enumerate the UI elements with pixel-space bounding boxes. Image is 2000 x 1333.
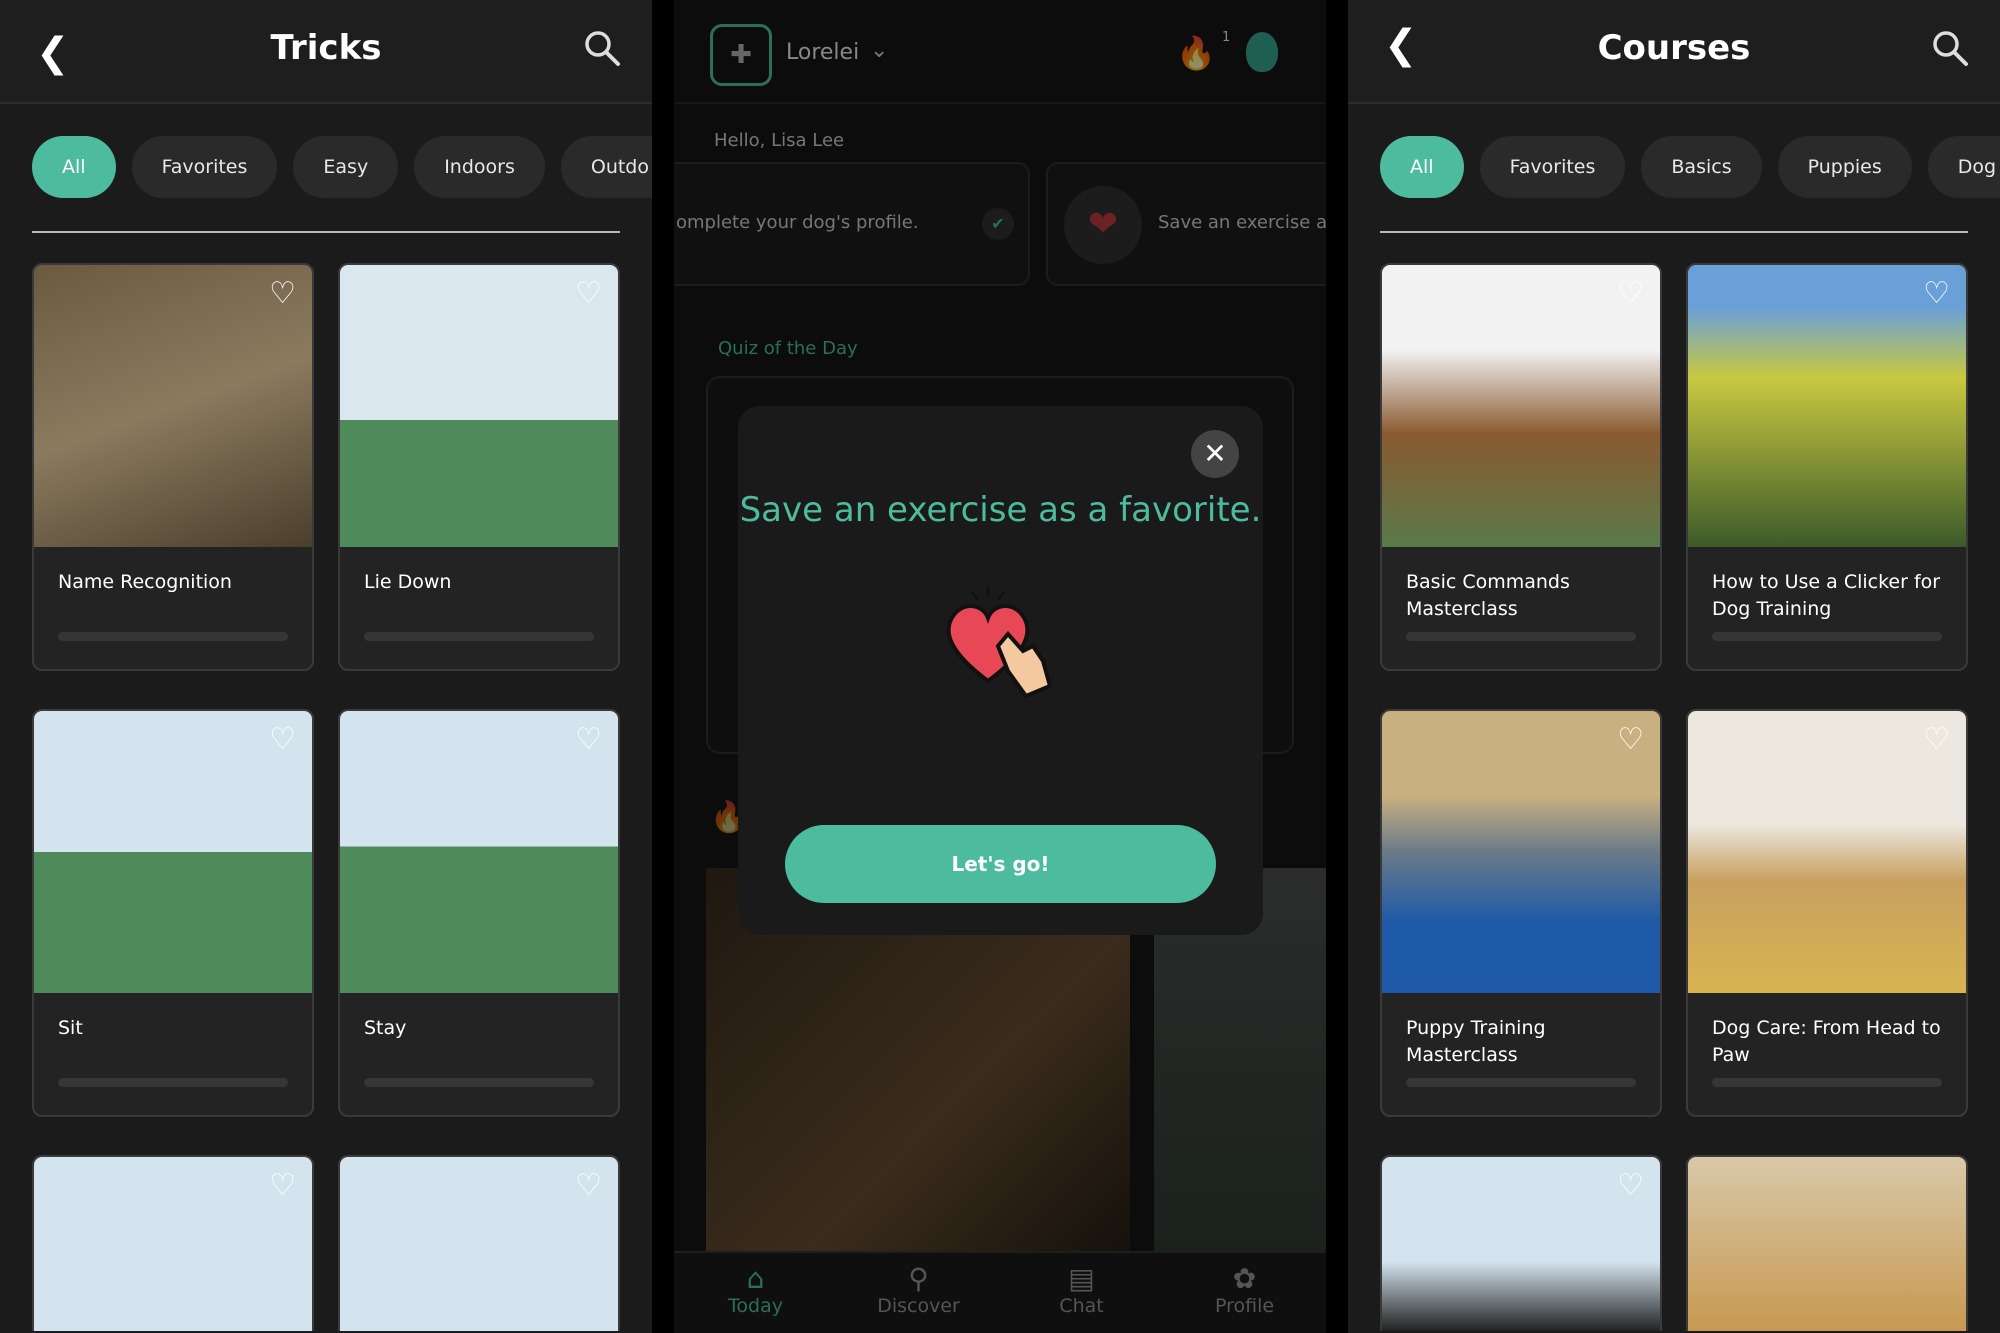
chip-easy[interactable]: Easy (293, 136, 399, 198)
heart-tap-icon (946, 586, 1053, 699)
search-icon[interactable] (582, 28, 622, 68)
courses-panel: ❮ Courses All Favorites Basics Puppies D… (1348, 0, 2000, 1333)
card-title: Lie Down (364, 571, 452, 593)
filter-chips: All Favorites Basics Puppies Dog (1380, 136, 2000, 198)
heart-icon[interactable]: ♡ (269, 725, 296, 755)
heart-icon[interactable]: ♡ (1617, 725, 1644, 755)
header: ❮ Tricks (0, 0, 652, 104)
today-panel: ✚ Lorelei ⌄ 🔥 1 Hello, Lisa Lee omplete … (674, 0, 1326, 1333)
chip-puppies[interactable]: Puppies (1777, 136, 1912, 198)
bottom-nav: ⌂ Today ⚲ Discover ▤ Chat ✿ Profile (674, 1251, 1326, 1333)
heart-icon[interactable]: ♡ (269, 279, 296, 309)
course-card[interactable]: ♡ Dog Care: From Head to Paw (1686, 709, 1968, 1117)
heart-icon[interactable]: ♡ (1617, 279, 1644, 309)
nav-label: Discover (877, 1295, 960, 1317)
chip-outdoors[interactable]: Outdo (560, 136, 652, 198)
trick-card[interactable]: ♡ (338, 1155, 620, 1331)
progress-bar (1712, 632, 1942, 641)
card-title: Puppy Training Masterclass (1406, 1017, 1546, 1066)
progress-bar (1406, 1078, 1636, 1087)
heart-icon[interactable]: ♡ (575, 725, 602, 755)
chip-all[interactable]: All (32, 136, 116, 198)
header: ❮ Courses (1348, 0, 2000, 104)
modal-title: Save an exercise as a favorite. (739, 490, 1262, 530)
course-card[interactable]: ♡ (1380, 1155, 1662, 1331)
page-title: Courses (1597, 28, 1751, 68)
task-card[interactable]: ❤ Save an exercise as (1046, 162, 1326, 286)
nav-label: Chat (1059, 1295, 1104, 1317)
lets-go-button[interactable]: Let's go! (785, 825, 1216, 903)
fire-icon: 🔥 (1176, 34, 1216, 72)
nav-today[interactable]: ⌂ Today (674, 1253, 837, 1333)
card-title: Basic Commands Masterclass (1406, 571, 1570, 620)
heart-icon[interactable]: ♡ (1923, 725, 1950, 755)
chip-dog[interactable]: Dog (1927, 136, 2000, 198)
course-card[interactable] (1686, 1155, 1968, 1331)
check-icon: ✔ (982, 208, 1014, 240)
chip-all[interactable]: All (1380, 136, 1464, 198)
progress-bar (58, 632, 288, 641)
clicker-icon[interactable] (1246, 32, 1278, 72)
heart-tap-icon: ❤ (1064, 186, 1142, 264)
chip-favorites[interactable]: Favorites (131, 136, 278, 198)
heart-icon[interactable]: ♡ (1923, 279, 1950, 309)
chat-icon: ▤ (1068, 1262, 1095, 1295)
card-title: Stay (364, 1017, 407, 1039)
chip-basics[interactable]: Basics (1641, 136, 1762, 198)
home-icon: ⌂ (746, 1262, 765, 1295)
course-card[interactable]: ♡ Basic Commands Masterclass (1380, 263, 1662, 671)
card-title: How to Use a Clicker for Dog Training (1712, 571, 1941, 620)
streak-count: 1 (1222, 30, 1231, 45)
progress-bar (364, 1078, 594, 1087)
trick-card[interactable]: ♡ Lie Down (338, 263, 620, 671)
card-title: Dog Care: From Head to Paw (1712, 1017, 1941, 1066)
divider (32, 231, 620, 233)
quiz-title: Quiz of the Day (718, 338, 858, 359)
course-photo (1688, 1157, 1966, 1331)
paw-icon: ✿ (1232, 1262, 1257, 1295)
nav-label: Profile (1214, 1295, 1275, 1317)
chevron-down-icon[interactable]: ⌄ (870, 38, 888, 63)
task-text: omplete your dog's profile. (676, 212, 919, 233)
task-text: Save an exercise as (1158, 212, 1326, 233)
page-title: Tricks (270, 28, 382, 68)
heart-icon[interactable]: ♡ (575, 1171, 602, 1201)
divider (1380, 231, 1968, 233)
header: ✚ Lorelei ⌄ 🔥 1 (674, 0, 1326, 104)
trick-card[interactable]: ♡ Name Recognition (32, 263, 314, 671)
search-icon: ⚲ (908, 1262, 929, 1295)
filter-chips: All Favorites Easy Indoors Outdo (32, 136, 652, 198)
progress-bar (1406, 632, 1636, 641)
progress-bar (58, 1078, 288, 1087)
nav-label: Today (728, 1295, 783, 1317)
task-card[interactable]: omplete your dog's profile. ✔ (674, 162, 1030, 286)
chip-indoors[interactable]: Indoors (414, 136, 545, 198)
trick-card[interactable]: ♡ (32, 1155, 314, 1331)
greeting: Hello, Lisa Lee (714, 130, 845, 151)
course-card[interactable]: ♡ Puppy Training Masterclass (1380, 709, 1662, 1117)
course-card[interactable]: ♡ How to Use a Clicker for Dog Training (1686, 263, 1968, 671)
nav-profile[interactable]: ✿ Profile (1163, 1253, 1326, 1333)
dog-selector[interactable]: Lorelei (786, 40, 859, 65)
tricks-panel: ❮ Tricks All Favorites Easy Indoors Outd… (0, 0, 652, 1333)
card-title: Sit (58, 1017, 83, 1039)
nav-chat[interactable]: ▤ Chat (1000, 1253, 1163, 1333)
search-icon[interactable] (1930, 28, 1970, 68)
progress-bar (364, 632, 594, 641)
nav-discover[interactable]: ⚲ Discover (837, 1253, 1000, 1333)
card-title: Name Recognition (58, 571, 232, 593)
progress-bar (1712, 1078, 1942, 1087)
heart-icon[interactable]: ♡ (575, 279, 602, 309)
heart-icon[interactable]: ♡ (1617, 1171, 1644, 1201)
trick-card[interactable]: ♡ Stay (338, 709, 620, 1117)
chip-favorites[interactable]: Favorites (1479, 136, 1626, 198)
favorite-tip-modal: ✕ Save an exercise as a favorite. Let's … (738, 406, 1263, 935)
trick-card[interactable]: ♡ Sit (32, 709, 314, 1117)
add-dog-photo-icon[interactable]: ✚ (710, 24, 772, 86)
heart-icon[interactable]: ♡ (269, 1171, 296, 1201)
close-icon[interactable]: ✕ (1191, 430, 1239, 478)
